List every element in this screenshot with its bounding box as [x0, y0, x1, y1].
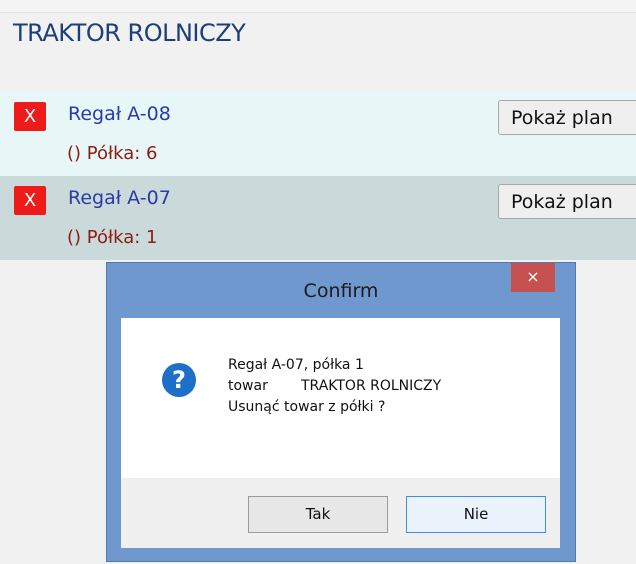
message-line-3: Usunąć towar z półki ?: [228, 399, 386, 415]
top-divider: [0, 0, 636, 13]
question-icon: ?: [162, 363, 196, 397]
delete-button[interactable]: X: [14, 186, 46, 215]
delete-button[interactable]: X: [14, 102, 46, 131]
message-value: TRAKTOR ROLNICZY: [301, 378, 442, 394]
yes-button[interactable]: Tak: [248, 496, 388, 533]
shelf-label: () Półka: 1: [67, 227, 158, 248]
rack-name-link[interactable]: Regał A-08: [68, 103, 171, 125]
dialog-body: ? Regał A-07, półka 1 towar TRAKTOR ROLN…: [121, 318, 560, 478]
dialog-title: Confirm: [303, 280, 379, 302]
message-line-2: towar TRAKTOR ROLNICZY: [228, 378, 441, 394]
message-label: towar: [228, 378, 268, 394]
dialog-footer: Tak Nie: [121, 478, 560, 548]
show-plan-button[interactable]: Pokaż plan: [498, 184, 636, 219]
close-icon[interactable]: ×: [511, 263, 555, 292]
shelf-row-a08: X Regał A-08 () Półka: 6 Pokaż plan: [0, 92, 636, 176]
show-plan-button[interactable]: Pokaż plan: [498, 100, 636, 135]
message-line-1: Regał A-07, półka 1: [228, 357, 364, 373]
rack-name-link[interactable]: Regał A-07: [68, 187, 171, 209]
page-title: TRAKTOR ROLNICZY: [13, 19, 246, 47]
no-button[interactable]: Nie: [406, 496, 546, 533]
shelf-row-a07: X Regał A-07 () Półka: 1 Pokaż plan: [0, 176, 636, 260]
confirm-dialog: Confirm × ? Regał A-07, półka 1 towar TR…: [106, 262, 576, 562]
shelf-label: () Półka: 6: [67, 143, 158, 164]
